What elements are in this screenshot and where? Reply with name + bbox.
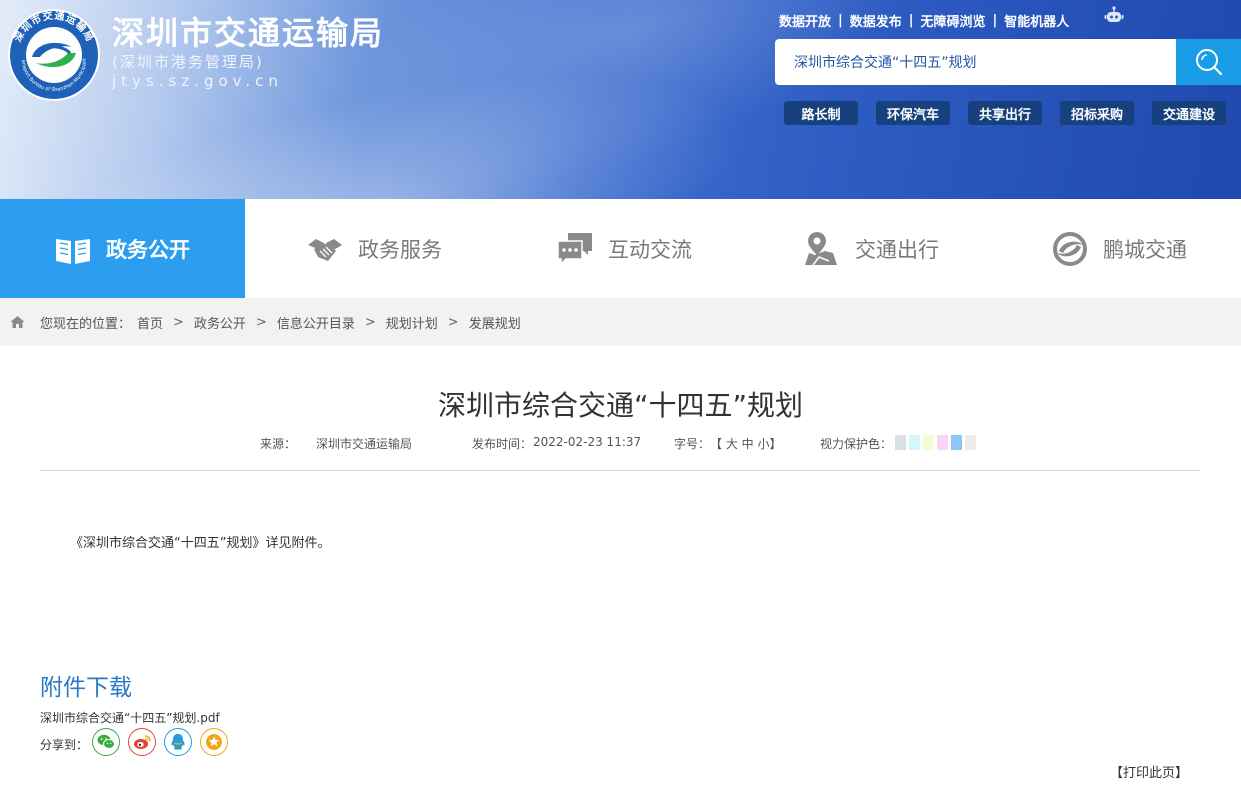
breadcrumb-item-development-plans[interactable]: 发展规划 — [469, 313, 521, 332]
qq-icon — [171, 734, 185, 750]
top-link-robot[interactable]: 智能机器人 — [1004, 11, 1069, 30]
circle-logo-icon — [1053, 231, 1087, 266]
nav-item-government-affairs[interactable]: 政务公开 — [0, 199, 245, 298]
quick-tag-shared-mobility[interactable]: 共享出行 — [968, 101, 1042, 125]
quick-tag-eco-car[interactable]: 环保汽车 — [876, 101, 950, 125]
quick-tag-procurement[interactable]: 招标采购 — [1060, 101, 1134, 125]
share-label: 分享到： — [40, 738, 89, 752]
breadcrumb-separator: > — [173, 314, 184, 330]
eye-care-swatch[interactable] — [951, 435, 962, 450]
article-source-value: 深圳市交通运输局 — [316, 437, 413, 451]
breadcrumb-separator: > — [255, 314, 267, 330]
attachment-file-link[interactable]: 深圳市综合交通“十四五”规划.pdf — [40, 709, 220, 726]
article-publish-label: 发布时间： — [472, 437, 533, 451]
eye-care-swatch[interactable] — [937, 435, 948, 450]
article-source-label: 来源： — [260, 437, 297, 451]
search-icon — [1195, 49, 1222, 76]
breadcrumb-item-catalog[interactable]: 信息公开目录 — [277, 313, 355, 332]
top-links: 数据开放 | 数据发布 | 无障碍浏览 | 智能机器人 — [779, 10, 1069, 30]
font-size-options[interactable]: 【 大 中 小】 — [710, 435, 781, 452]
handshake-icon — [308, 238, 342, 261]
search-box — [775, 39, 1176, 85]
quick-tag-transport-construction[interactable]: 交通建设 — [1152, 101, 1226, 125]
nav-item-pengcheng-transport[interactable]: 鹏城交通 — [1051, 199, 1187, 298]
quick-tag-road-chief[interactable]: 路长制 — [784, 101, 858, 125]
eye-care-swatches — [895, 435, 979, 450]
search-button[interactable] — [1176, 39, 1241, 85]
breadcrumb-separator: > — [447, 314, 459, 330]
breadcrumb-separator: > — [364, 314, 376, 330]
breadcrumb: 您现在的位置： 首页 > 政务公开 > 信息公开目录 > 规划计划 > 发展规划 — [0, 298, 1241, 346]
top-link-data-release[interactable]: 数据发布 — [850, 11, 902, 30]
search-input[interactable] — [775, 39, 1176, 85]
nav-item-travel[interactable]: 交通出行 — [803, 199, 939, 298]
eye-care-swatch[interactable] — [895, 435, 906, 450]
top-link-separator: | — [908, 12, 914, 28]
eye-care-swatch[interactable] — [923, 435, 934, 450]
article-title: 深圳市综合交通“十四五”规划 — [437, 389, 803, 422]
breadcrumb-item-government-affairs[interactable]: 政务公开 — [194, 313, 246, 332]
nav-item-services[interactable]: 政务服务 — [306, 199, 442, 298]
top-link-separator: | — [838, 12, 843, 28]
home-icon — [10, 316, 25, 328]
robot-icon[interactable] — [1104, 6, 1124, 24]
top-link-open-data[interactable]: 数据开放 — [779, 11, 831, 30]
eye-care-swatch[interactable] — [909, 435, 920, 450]
weibo-icon — [134, 735, 151, 749]
favorite-star-icon — [206, 734, 222, 750]
eye-care-swatch[interactable] — [965, 435, 976, 450]
nav-item-label: 政务服务 — [358, 237, 442, 262]
main-nav: 政务公开 政务服务 互动交流 交通出行 鹏城交通 — [0, 199, 1241, 298]
article-body: 《深圳市综合交通“十四五”规划》详见附件。 — [70, 536, 331, 551]
nav-item-label: 交通出行 — [855, 237, 939, 262]
share-wechat-button[interactable] — [92, 728, 120, 756]
article-publish-value: 2022-02-23 11:37 — [533, 435, 642, 449]
breadcrumb-item-plans[interactable]: 规划计划 — [386, 313, 438, 332]
site-title: 深圳市交通运输局 — [112, 14, 385, 52]
eye-care-label: 视力保护色： — [820, 437, 893, 451]
top-link-accessibility[interactable]: 无障碍浏览 — [921, 11, 986, 30]
site-domain: jtys.sz.gov.cn — [112, 72, 283, 90]
share-favorite-button[interactable] — [200, 728, 228, 756]
title-divider — [40, 470, 1200, 471]
chat-icon — [557, 232, 592, 266]
attachments-heading: 附件下载 — [40, 675, 132, 701]
breadcrumb-item-home[interactable]: 首页 — [137, 313, 163, 332]
print-page-link[interactable]: 【打印此页】 — [1110, 762, 1188, 781]
font-size-label: 字号： — [674, 437, 711, 451]
share-weibo-button[interactable] — [128, 728, 156, 756]
nav-item-label: 政务公开 — [106, 237, 190, 262]
bureau-logo-emblem[interactable]: 深圳市交通运输局 Transport Bureau of Shenzhen Mu… — [6, 7, 102, 103]
site-subtitle: (深圳市港务管理局) — [112, 53, 264, 71]
top-link-separator: | — [992, 12, 998, 28]
map-pin-icon — [805, 231, 837, 265]
nav-item-label: 互动交流 — [608, 237, 692, 262]
breadcrumb-prefix: 您现在的位置： — [40, 316, 132, 332]
wechat-icon — [97, 734, 115, 749]
share-qq-button[interactable] — [164, 728, 192, 756]
nav-item-interaction[interactable]: 互动交流 — [556, 199, 692, 298]
site-header: 深圳市交通运输局 Transport Bureau of Shenzhen Mu… — [0, 0, 1241, 199]
nav-item-label: 鹏城交通 — [1103, 237, 1187, 262]
book-icon — [56, 238, 90, 264]
